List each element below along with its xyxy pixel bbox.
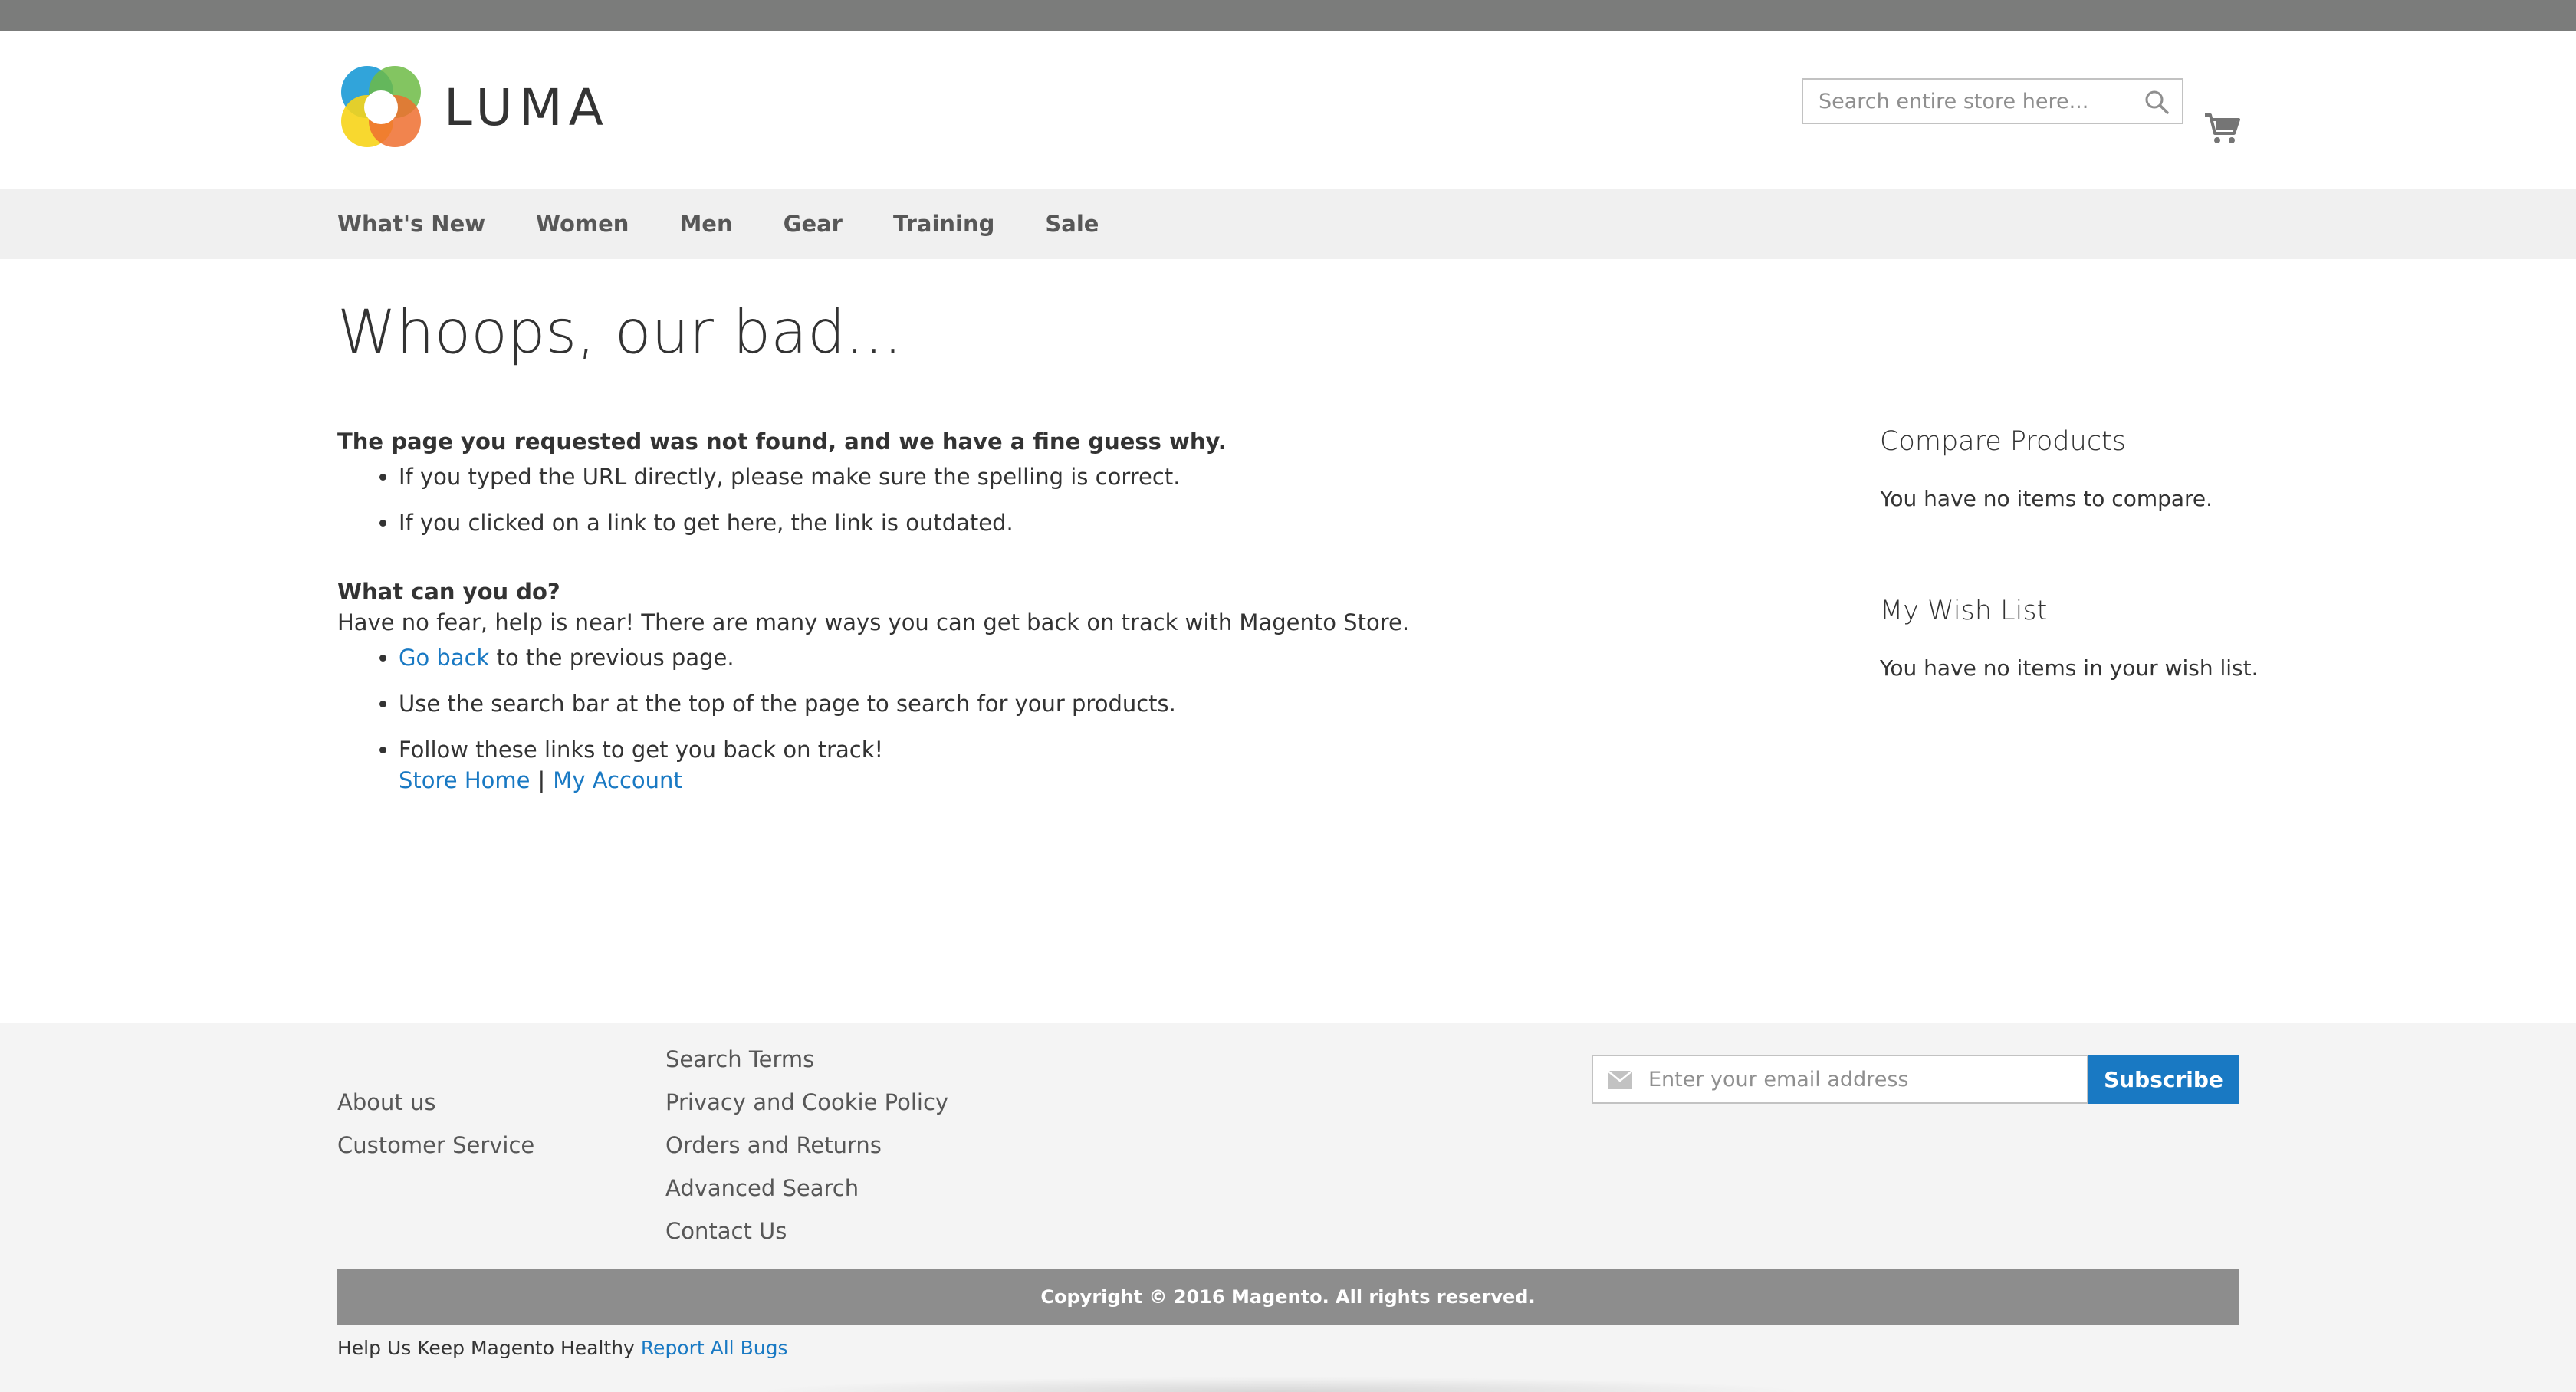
main-nav: What's New Women Men Gear Training Sale: [0, 189, 2576, 259]
newsletter-form: Subscribe: [1592, 1055, 2239, 1104]
my-account-link[interactable]: My Account: [553, 767, 682, 793]
nav-item-whats-new[interactable]: What's New: [337, 211, 485, 237]
what-heading: What can you do?: [337, 579, 560, 605]
subscribe-button[interactable]: Subscribe: [2088, 1055, 2239, 1104]
nav-item-women[interactable]: Women: [536, 211, 629, 237]
compare-empty: You have no items to compare.: [1880, 486, 2213, 511]
follow-text: Follow these links to get you back on tr…: [399, 737, 884, 763]
logo-link[interactable]: LUMA: [337, 63, 610, 152]
wishlist-block: My Wish List You have no items in your w…: [1880, 596, 2263, 681]
footer-link-customer-service[interactable]: Customer Service: [337, 1124, 534, 1167]
wishlist-empty: You have no items in your wish list.: [1880, 655, 2259, 681]
footer-link-privacy-policy[interactable]: Privacy and Cookie Policy: [665, 1081, 948, 1124]
footer-link-advanced-search[interactable]: Advanced Search: [665, 1167, 948, 1210]
email-field[interactable]: [1647, 1066, 2079, 1092]
main-content: The page you requested was not found, an…: [337, 426, 1717, 811]
site-header: LUMA: [0, 31, 2576, 189]
compare-title: Compare Products: [1880, 426, 2127, 457]
search-icon[interactable]: [2144, 89, 2170, 115]
intro-heading: The page you requested was not found, an…: [337, 428, 1227, 455]
reasons-list: If you typed the URL directly, please ma…: [337, 461, 1717, 538]
link-separator: |: [537, 767, 546, 793]
list-item: Follow these links to get you back on tr…: [399, 734, 1717, 796]
copyright-bar: Copyright © 2016 Magento. All rights res…: [337, 1269, 2239, 1325]
footer-link-contact-us[interactable]: Contact Us: [665, 1210, 948, 1252]
list-item: Use the search bar at the top of the pag…: [399, 688, 1717, 719]
search-box: [1802, 78, 2183, 124]
list-item: If you typed the URL directly, please ma…: [399, 461, 1717, 492]
list-item: Go back to the previous page.: [399, 642, 1717, 673]
browser-top-strip: [0, 0, 2576, 31]
report-bugs-line: Help Us Keep Magento Healthy Report All …: [337, 1329, 787, 1367]
search-input[interactable]: [1817, 88, 2134, 114]
what-text: Have no fear, help is near! There are ma…: [337, 609, 1410, 635]
page-title: Whoops, our bad...: [337, 298, 902, 367]
nav-item-men[interactable]: Men: [679, 211, 732, 237]
list-item: If you clicked on a link to get here, th…: [399, 507, 1717, 538]
sidebar: Compare Products You have no items to co…: [1880, 426, 2263, 681]
nav-item-sale[interactable]: Sale: [1045, 211, 1099, 237]
nav-item-training[interactable]: Training: [893, 211, 994, 237]
nav-item-gear[interactable]: Gear: [784, 211, 843, 237]
go-back-rest: to the previous page.: [489, 645, 734, 671]
email-field-wrap: [1592, 1055, 2088, 1104]
go-back-link[interactable]: Go back: [399, 645, 489, 671]
cart-icon[interactable]: [2203, 112, 2240, 146]
footer-link-search-terms[interactable]: Search Terms: [665, 1038, 948, 1081]
envelope-icon: [1607, 1070, 1633, 1089]
bottom-shadow: [751, 1377, 1809, 1392]
footer-link-orders-returns[interactable]: Orders and Returns: [665, 1124, 948, 1167]
wishlist-title: My Wish List: [1880, 596, 2048, 626]
footer-links-col2: Search Terms Privacy and Cookie Policy O…: [665, 1038, 948, 1252]
luma-logo-icon: [341, 66, 421, 147]
footer-link-about-us[interactable]: About us: [337, 1081, 534, 1124]
store-home-link[interactable]: Store Home: [399, 767, 531, 793]
compare-block: Compare Products You have no items to co…: [1880, 426, 2263, 511]
actions-list: Go back to the previous page. Use the se…: [337, 642, 1717, 796]
site-footer: About us Customer Service Search Terms P…: [0, 1023, 2576, 1392]
report-bugs-link[interactable]: Report All Bugs: [641, 1337, 788, 1359]
bugs-text: Help Us Keep Magento Healthy: [337, 1337, 635, 1359]
logo-text: LUMA: [444, 77, 610, 137]
footer-links-col1: About us Customer Service: [337, 1081, 534, 1167]
